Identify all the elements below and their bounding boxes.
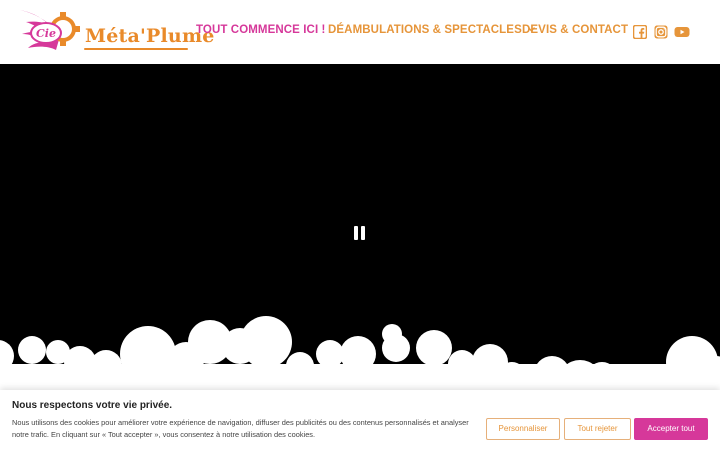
logo-mark-icon: Cie	[20, 10, 80, 50]
facebook-icon[interactable]	[633, 25, 647, 39]
nav-item-devis-contact[interactable]: DEVIS & CONTACT	[522, 24, 628, 36]
page: Cie Méta'Plume TOUT COMMENCE ICI ! DÉAMB…	[0, 0, 720, 450]
cookie-title: Nous respectons votre vie privée.	[12, 400, 173, 411]
reject-all-button[interactable]: Tout rejeter	[564, 418, 631, 440]
cookie-banner: Nous respectons votre vie privée. Nous u…	[0, 390, 720, 450]
cookie-description: Nous utilisons des cookies pour améliore…	[12, 418, 469, 439]
youtube-icon[interactable]	[674, 25, 690, 39]
site-header: Cie Méta'Plume TOUT COMMENCE ICI ! DÉAMB…	[0, 0, 720, 64]
site-logo[interactable]: Cie Méta'Plume	[16, 6, 214, 56]
accept-all-button[interactable]: Accepter tout	[634, 418, 708, 440]
nav-item-tout-commence-ici[interactable]: TOUT COMMENCE ICI !	[196, 24, 325, 36]
logo-badge-text: Cie	[36, 27, 56, 40]
pause-icon[interactable]	[354, 226, 366, 240]
customize-button[interactable]: Personnaliser	[486, 418, 560, 440]
nav-item-label: DÉAMBULATIONS & SPECTACLES	[328, 24, 522, 36]
nav-item-deambulations-spectacles[interactable]: DÉAMBULATIONS & SPECTACLES	[328, 24, 535, 36]
instagram-icon[interactable]	[654, 25, 668, 39]
logo-underline	[84, 48, 188, 50]
